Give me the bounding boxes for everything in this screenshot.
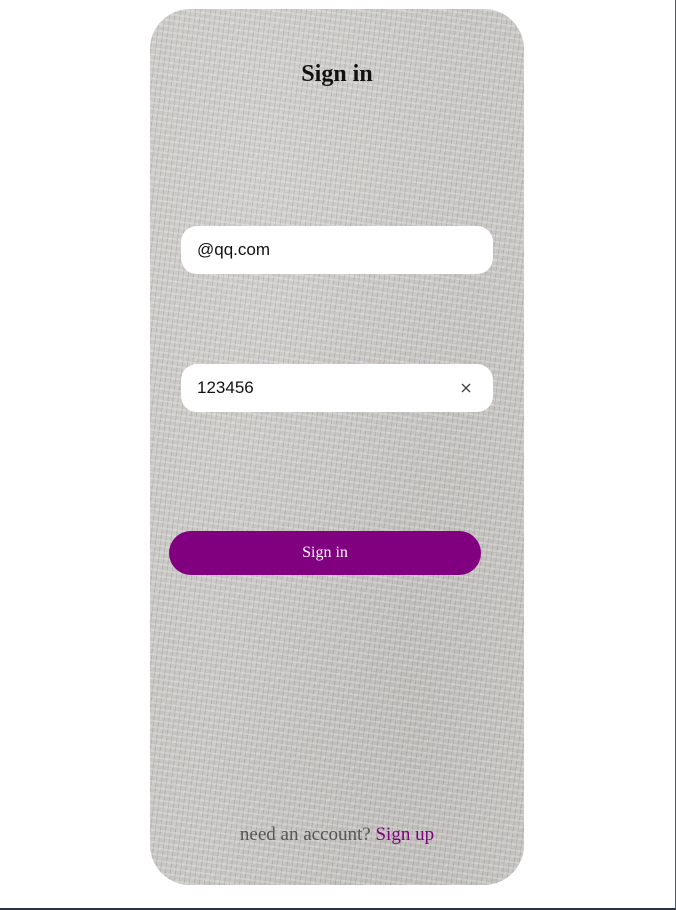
- sign-in-button[interactable]: Sign in: [169, 531, 481, 575]
- password-field[interactable]: [197, 378, 457, 398]
- signin-card: Sign in Sign in need an account? Sign up: [150, 9, 524, 885]
- page-title: Sign in: [301, 61, 373, 87]
- page: Sign in Sign in need an account? Sign up: [0, 0, 676, 910]
- signup-prompt: need an account? Sign up: [150, 824, 524, 846]
- signup-prompt-text: need an account?: [239, 824, 371, 845]
- email-field[interactable]: [197, 240, 477, 260]
- password-field-container: [181, 364, 493, 412]
- email-field-container: [181, 226, 493, 274]
- sign-up-link[interactable]: Sign up: [375, 824, 434, 845]
- close-icon[interactable]: [457, 379, 475, 397]
